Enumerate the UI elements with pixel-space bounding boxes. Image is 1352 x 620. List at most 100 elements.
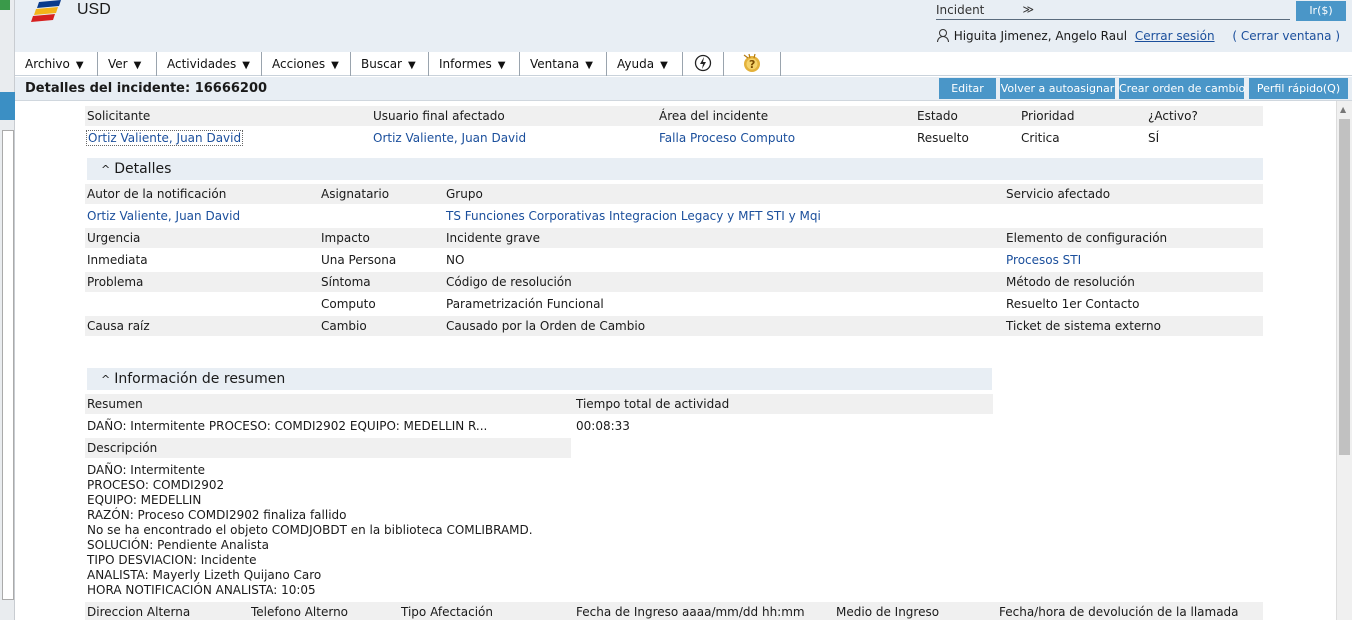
urgencia-value: Inmediata xyxy=(87,253,148,267)
chevron-down-icon: ▼ xyxy=(407,60,416,71)
elemento-link[interactable]: Procesos STI xyxy=(1006,251,1081,269)
search-type-select[interactable]: Incident ≫ xyxy=(936,3,1042,20)
solicitante-link[interactable]: Ortiz Valiente, Juan David xyxy=(86,129,244,147)
telefono-alterno-label: Telefono Alterno xyxy=(249,602,349,620)
user-info: Higuita Jimenez, Angelo Raul Cerrar sesi… xyxy=(936,29,1340,43)
menu-label: Actividades xyxy=(167,57,237,71)
descripcion-line: DAÑO: Intermitente xyxy=(87,463,206,477)
menu-label: Archivo xyxy=(25,57,70,71)
elemento-label: Elemento de configuración xyxy=(1004,228,1168,248)
urgencia-label: Urgencia xyxy=(85,228,141,248)
cambio-label: Cambio xyxy=(319,316,367,336)
resumen-heading: Información de resumen xyxy=(114,371,286,387)
descripcion-label: Descripción xyxy=(85,438,571,458)
edit-button[interactable]: Editar xyxy=(939,78,996,99)
impacto-value: Una Persona xyxy=(321,253,397,267)
app-name: USD xyxy=(77,1,111,18)
metodo-resolucion-label: Método de resolución xyxy=(1004,272,1135,292)
background-window-edge xyxy=(0,0,15,620)
menu-buscar[interactable]: Buscar ▼ xyxy=(351,52,429,76)
incidente-grave-label: Incidente grave xyxy=(444,228,540,248)
chevron-down-icon: ▼ xyxy=(75,60,84,71)
fecha-ingreso-label: Fecha de Ingreso aaaa/mm/dd hh:mm xyxy=(574,602,805,620)
tiempo-label: Tiempo total de actividad xyxy=(574,394,730,414)
go-button[interactable]: Ir($) xyxy=(1296,1,1346,21)
background-window-mark xyxy=(0,0,10,10)
activo-value: SÍ xyxy=(1148,131,1160,145)
codigo-resolucion-label: Código de resolución xyxy=(444,272,572,292)
svg-text:?: ? xyxy=(749,58,755,71)
menu-label: Informes xyxy=(439,57,492,71)
menu-label: Ver xyxy=(108,57,128,71)
detail-content: Solicitante Usuario final afectado Área … xyxy=(15,101,1336,620)
help-question-icon: ? xyxy=(743,53,760,72)
brand-logo-icon xyxy=(31,0,61,22)
logout-link[interactable]: Cerrar sesión xyxy=(1135,29,1215,43)
scrollbar-thumb[interactable] xyxy=(1339,119,1350,455)
help-wizard-button[interactable]: ? xyxy=(724,52,781,76)
quick-profile-button[interactable]: Perfil rápido(Q) xyxy=(1249,78,1348,99)
search-input[interactable] xyxy=(1032,3,1290,20)
search-type-value: Incident xyxy=(936,3,985,17)
detalles-section-toggle[interactable]: ^ Detalles xyxy=(87,158,1263,180)
descripcion-line: TIPO DESVIACION: Incidente xyxy=(87,553,257,567)
reassign-button[interactable]: Volver a autoasignar xyxy=(1000,78,1115,99)
header: USD Incident ≫ Ir($) Higuita Jimenez, An… xyxy=(15,0,1352,52)
estado-value: Resuelto xyxy=(917,131,969,145)
chevron-up-icon: ^ xyxy=(101,373,111,386)
descripcion-line: No se ha encontrado el objeto COMDJOBDT … xyxy=(87,523,533,537)
scroll-up-arrow-icon[interactable]: ▲ xyxy=(1340,105,1346,114)
resumen-label: Resumen xyxy=(85,394,143,414)
close-window-link[interactable]: ( Cerrar ventana ) xyxy=(1232,29,1340,43)
create-change-order-button[interactable]: Crear orden de cambio xyxy=(1119,78,1245,99)
chevron-down-icon: ▼ xyxy=(242,60,250,71)
chevron-down-icon: ▼ xyxy=(660,60,668,71)
resumen-value: DAÑO: Intermitente PROCESO: COMDI2902 EQ… xyxy=(87,419,488,433)
sintoma-value: Computo xyxy=(321,297,376,311)
codigo-resolucion-value: Parametrización Funcional xyxy=(446,297,604,311)
fecha-devolucion-label: Fecha/hora de devolución de la llamada xyxy=(997,602,1239,620)
autor-link[interactable]: Ortiz Valiente, Juan David xyxy=(87,207,240,225)
chevron-up-icon: ^ xyxy=(101,163,111,176)
detail-toolbar: Detalles del incidente: 16666200 Editar … xyxy=(15,77,1352,101)
menu-ayuda[interactable]: Ayuda ▼ xyxy=(607,52,683,76)
menu-archivo[interactable]: Archivo ▼ xyxy=(15,52,98,76)
vertical-scrollbar[interactable]: ▲ xyxy=(1336,101,1352,620)
tiempo-value: 00:08:33 xyxy=(576,419,630,433)
prioridad-value: Critica xyxy=(1021,131,1060,145)
user-name: Higuita Jimenez, Angelo Raul xyxy=(953,29,1128,43)
user-icon xyxy=(936,29,949,42)
menu-label: Buscar xyxy=(361,57,402,71)
asignatario-label: Asignatario xyxy=(319,184,390,204)
menu-ver[interactable]: Ver ▼ xyxy=(98,52,157,76)
direccion-alterna-label: Direccion Alterna xyxy=(85,602,191,620)
menu-acciones[interactable]: Acciones ▼ xyxy=(262,52,351,76)
resumen-label-row xyxy=(85,394,993,414)
area-label: Área del incidente xyxy=(657,106,769,126)
tipo-afectacion-label: Tipo Afectación xyxy=(399,602,493,620)
ticket-externo-label: Ticket de sistema externo xyxy=(1004,316,1161,336)
usuario-final-label: Usuario final afectado xyxy=(371,106,505,126)
background-window-bar xyxy=(0,92,15,120)
grupo-label: Grupo xyxy=(444,184,483,204)
menu-label: Ventana xyxy=(530,57,580,71)
menu-informes[interactable]: Informes ▼ xyxy=(429,52,520,76)
grupo-link[interactable]: TS Funciones Corporativas Integracion Le… xyxy=(446,207,821,225)
chevron-down-icon: ▼ xyxy=(133,60,142,71)
estado-label: Estado xyxy=(915,106,958,126)
solicitante-value: Ortiz Valiente, Juan David xyxy=(86,130,244,146)
sintoma-label: Síntoma xyxy=(319,272,371,292)
menu-actividades[interactable]: Actividades ▼ xyxy=(157,52,262,76)
impacto-label: Impacto xyxy=(319,228,370,248)
lightning-circle-icon xyxy=(694,54,712,72)
usuario-final-link[interactable]: Ortiz Valiente, Juan David xyxy=(373,129,526,147)
descripcion-line: HORA NOTIFICACIÓN ANALISTA: 10:05 xyxy=(87,583,316,597)
background-window-area xyxy=(2,130,14,600)
prioridad-label: Prioridad xyxy=(1019,106,1075,126)
area-link[interactable]: Falla Proceso Computo xyxy=(659,129,795,147)
medio-ingreso-label: Medio de Ingreso xyxy=(834,602,940,620)
menu-ventana[interactable]: Ventana ▼ xyxy=(520,52,607,76)
problema-label: Problema xyxy=(85,272,144,292)
quick-action-button[interactable] xyxy=(683,52,724,76)
resumen-section-toggle[interactable]: ^ Información de resumen xyxy=(87,368,992,390)
